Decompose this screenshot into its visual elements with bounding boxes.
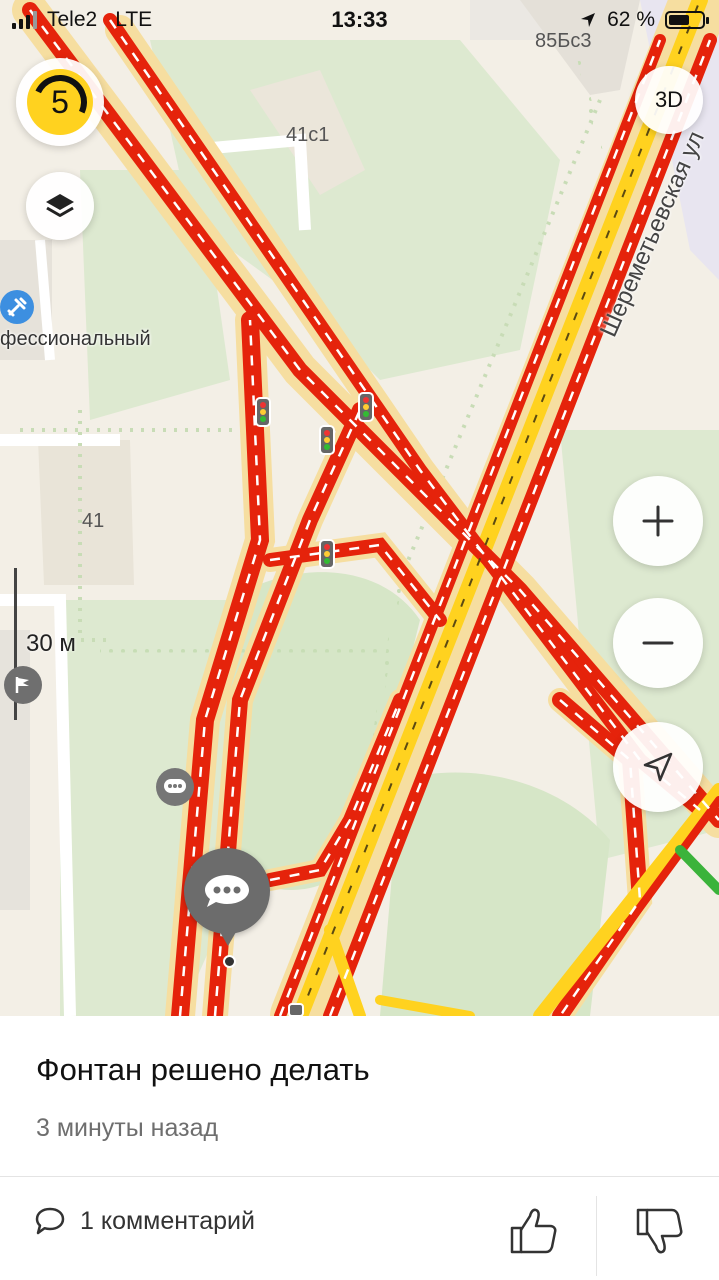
comments-label: 1 комментарий [80,1206,255,1235]
comments-button[interactable]: 1 комментарий [34,1206,255,1236]
divider [596,1196,597,1276]
selected-road-event-marker[interactable] [184,848,270,946]
building-label: 41с1 [286,124,330,146]
minus-icon [642,641,674,645]
comment-icon [35,1207,65,1235]
like-button[interactable] [504,1202,562,1260]
wrench-icon[interactable] [0,290,34,324]
zoom-in-button[interactable] [613,476,703,566]
battery-icon [665,11,709,29]
event-time: 3 минуты назад [36,1114,219,1142]
building-label: 41 [82,510,105,532]
location-arrow-icon [643,752,673,782]
zoom-out-button[interactable] [613,598,703,688]
layers-button[interactable] [26,172,94,240]
poi-label[interactable]: фессиональный [0,328,151,351]
dislike-button[interactable] [630,1202,688,1260]
divider [0,1176,719,1177]
plus-icon [642,505,674,537]
road-event-card[interactable]: Фонтан решено делать 3 минуты назад 1 ко… [0,1016,719,1280]
status-bar: Tele2 LTE 13:33 62 % [0,0,719,40]
battery-percent: 62 % [607,8,655,31]
event-title: Фонтан решено делать [36,1052,370,1087]
traffic-level: 5 [51,83,69,120]
map-view[interactable]: 85Бс3 41с1 41 Шереметьевская ул фессиона… [0,0,719,1016]
my-location-button[interactable] [613,722,703,812]
chat-bubble-icon[interactable] [156,768,194,806]
layers-icon [46,194,74,217]
thumbs-down-icon [636,1208,683,1254]
chat-bubble-icon [205,875,249,907]
thumbs-up-icon [510,1208,557,1254]
map-scale-label: 30 м [26,630,76,657]
map-canvas [0,0,719,1016]
location-services-icon [581,13,596,27]
event-location-dot [223,955,236,968]
traffic-level-button[interactable]: 5 [16,58,104,146]
3d-button[interactable]: 3D [635,66,703,134]
flag-icon[interactable] [4,666,42,704]
